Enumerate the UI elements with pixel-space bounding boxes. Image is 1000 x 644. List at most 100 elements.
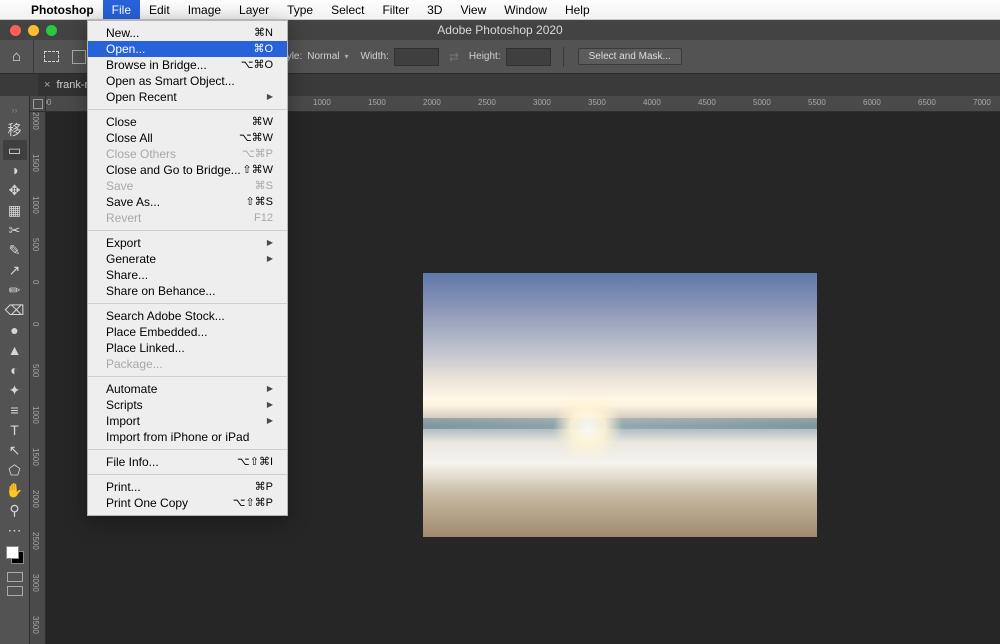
- menu-select[interactable]: Select: [322, 0, 373, 19]
- menu-item-open-as-smart-object[interactable]: Open as Smart Object...: [88, 73, 287, 89]
- menu-item-export[interactable]: Export: [88, 235, 287, 251]
- menu-item-open[interactable]: Open...⌘O: [88, 41, 287, 57]
- menu-view[interactable]: View: [451, 0, 495, 19]
- menu-item-generate[interactable]: Generate: [88, 251, 287, 267]
- tool-14[interactable]: ≡: [3, 400, 27, 420]
- tool-6[interactable]: ✎: [3, 240, 27, 260]
- ruler-tick: 0: [31, 280, 40, 284]
- close-tab-icon[interactable]: ×: [44, 79, 50, 91]
- home-button[interactable]: ⌂: [0, 40, 34, 73]
- menu-type[interactable]: Type: [278, 0, 322, 19]
- menu-item-package: Package...: [88, 356, 287, 372]
- ruler-tick: 2500: [478, 98, 496, 107]
- swap-dimensions-icon[interactable]: ⇄: [445, 50, 463, 64]
- ruler-tick: 1000: [31, 406, 40, 424]
- tool-13[interactable]: ✦: [3, 380, 27, 400]
- document-image[interactable]: [423, 273, 817, 537]
- ruler-tick: 500: [31, 364, 40, 377]
- menu-item-search-adobe-stock[interactable]: Search Adobe Stock...: [88, 308, 287, 324]
- tool-8[interactable]: ✏: [3, 280, 27, 300]
- menu-filter[interactable]: Filter: [373, 0, 418, 19]
- ruler-tick: 3000: [533, 98, 551, 107]
- menu-item-file-info[interactable]: File Info...⌥⇧⌘I: [88, 454, 287, 470]
- menu-item-automate[interactable]: Automate: [88, 381, 287, 397]
- color-swatch[interactable]: [6, 546, 24, 564]
- minimize-window-button[interactable]: [28, 25, 39, 36]
- vertical-ruler[interactable]: 2000150010005000050010001500200025003000…: [30, 112, 46, 644]
- ruler-tick: 2000: [31, 490, 40, 508]
- ruler-origin-icon[interactable]: [30, 96, 46, 112]
- close-window-button[interactable]: [10, 25, 21, 36]
- menu-item-close[interactable]: Close⌘W: [88, 114, 287, 130]
- screen-mode-icon[interactable]: [7, 586, 23, 596]
- menu-item-place-linked[interactable]: Place Linked...: [88, 340, 287, 356]
- width-input[interactable]: [394, 48, 439, 66]
- ruler-tick: 6000: [863, 98, 881, 107]
- ruler-tick: 400: [46, 98, 51, 107]
- tool-4[interactable]: ▦: [3, 200, 27, 220]
- menu-item-save-as[interactable]: Save As...⇧⌘S: [88, 194, 287, 210]
- menu-item-open-recent[interactable]: Open Recent: [88, 89, 287, 105]
- tool-1[interactable]: ▭: [3, 140, 27, 160]
- panel-grip-icon[interactable]: ››: [3, 100, 27, 120]
- menu-file[interactable]: File: [103, 0, 140, 19]
- foreground-color-swatch[interactable]: [6, 546, 19, 559]
- ruler-tick: 2000: [423, 98, 441, 107]
- ruler-tick: 3000: [31, 574, 40, 592]
- menu-item-close-and-go-to-bridge[interactable]: Close and Go to Bridge...⇧⌘W: [88, 162, 287, 178]
- traffic-lights: [0, 25, 57, 36]
- tool-10[interactable]: ●: [3, 320, 27, 340]
- width-field: Width:: [355, 48, 445, 66]
- ruler-tick: 1500: [31, 448, 40, 466]
- menu-item-close-all[interactable]: Close All⌥⌘W: [88, 130, 287, 146]
- tool-3[interactable]: ✥: [3, 180, 27, 200]
- ruler-tick: 1000: [313, 98, 331, 107]
- quickmask-mode-icon[interactable]: [7, 572, 23, 582]
- mac-menubar: Photoshop FileEditImageLayerTypeSelectFi…: [0, 0, 1000, 20]
- menu-item-print-one-copy[interactable]: Print One Copy⌥⇧⌘P: [88, 495, 287, 511]
- ruler-tick: 6500: [918, 98, 936, 107]
- menu-item-place-embedded[interactable]: Place Embedded...: [88, 324, 287, 340]
- tool-17[interactable]: ⬠: [3, 460, 27, 480]
- menu-item-close-others: Close Others⌥⌘P: [88, 146, 287, 162]
- file-menu-dropdown: New...⌘NOpen...⌘OBrowse in Bridge...⌥⌘OO…: [87, 20, 288, 516]
- tool-7[interactable]: ↗: [3, 260, 27, 280]
- menu-edit[interactable]: Edit: [140, 0, 179, 19]
- tool-15[interactable]: T: [3, 420, 27, 440]
- tool-9[interactable]: ⌫: [3, 300, 27, 320]
- menu-item-browse-in-bridge[interactable]: Browse in Bridge...⌥⌘O: [88, 57, 287, 73]
- marquee-tool-icon[interactable]: [34, 51, 68, 62]
- tool-5[interactable]: ✂: [3, 220, 27, 240]
- ruler-tick: 5000: [753, 98, 771, 107]
- tool-19[interactable]: ⚲: [3, 500, 27, 520]
- ruler-tick: 4000: [643, 98, 661, 107]
- menu-3d[interactable]: 3D: [418, 0, 451, 19]
- ruler-tick: 1500: [368, 98, 386, 107]
- tool-12[interactable]: ◐: [3, 360, 27, 380]
- menu-item-print[interactable]: Print...⌘P: [88, 479, 287, 495]
- height-field: Height:: [463, 48, 557, 66]
- tool-11[interactable]: ▲: [3, 340, 27, 360]
- tool-2[interactable]: ◑: [3, 160, 27, 180]
- height-input[interactable]: [506, 48, 551, 66]
- tool-0[interactable]: 移: [3, 120, 27, 140]
- menu-image[interactable]: Image: [179, 0, 230, 19]
- select-and-mask-button[interactable]: Select and Mask...: [578, 48, 682, 65]
- tool-panel: ›› 移▭◑✥▦✂✎↗✏⌫●▲◐✦≡T↖⬠✋⚲ ⋯: [0, 96, 30, 644]
- menu-help[interactable]: Help: [556, 0, 599, 19]
- maximize-window-button[interactable]: [46, 25, 57, 36]
- ruler-tick: 500: [31, 238, 40, 251]
- menu-item-revert: RevertF12: [88, 210, 287, 226]
- tool-16[interactable]: ↖: [3, 440, 27, 460]
- menu-item-scripts[interactable]: Scripts: [88, 397, 287, 413]
- app-name[interactable]: Photoshop: [22, 3, 103, 17]
- menu-layer[interactable]: Layer: [230, 0, 278, 19]
- menu-item-share-on-behance[interactable]: Share on Behance...: [88, 283, 287, 299]
- more-tools-icon[interactable]: ⋯: [3, 520, 27, 540]
- menu-item-share[interactable]: Share...: [88, 267, 287, 283]
- menu-item-import-from-iphone-or-ipad[interactable]: Import from iPhone or iPad: [88, 429, 287, 445]
- menu-window[interactable]: Window: [495, 0, 556, 19]
- menu-item-import[interactable]: Import: [88, 413, 287, 429]
- tool-18[interactable]: ✋: [3, 480, 27, 500]
- menu-item-new[interactable]: New...⌘N: [88, 25, 287, 41]
